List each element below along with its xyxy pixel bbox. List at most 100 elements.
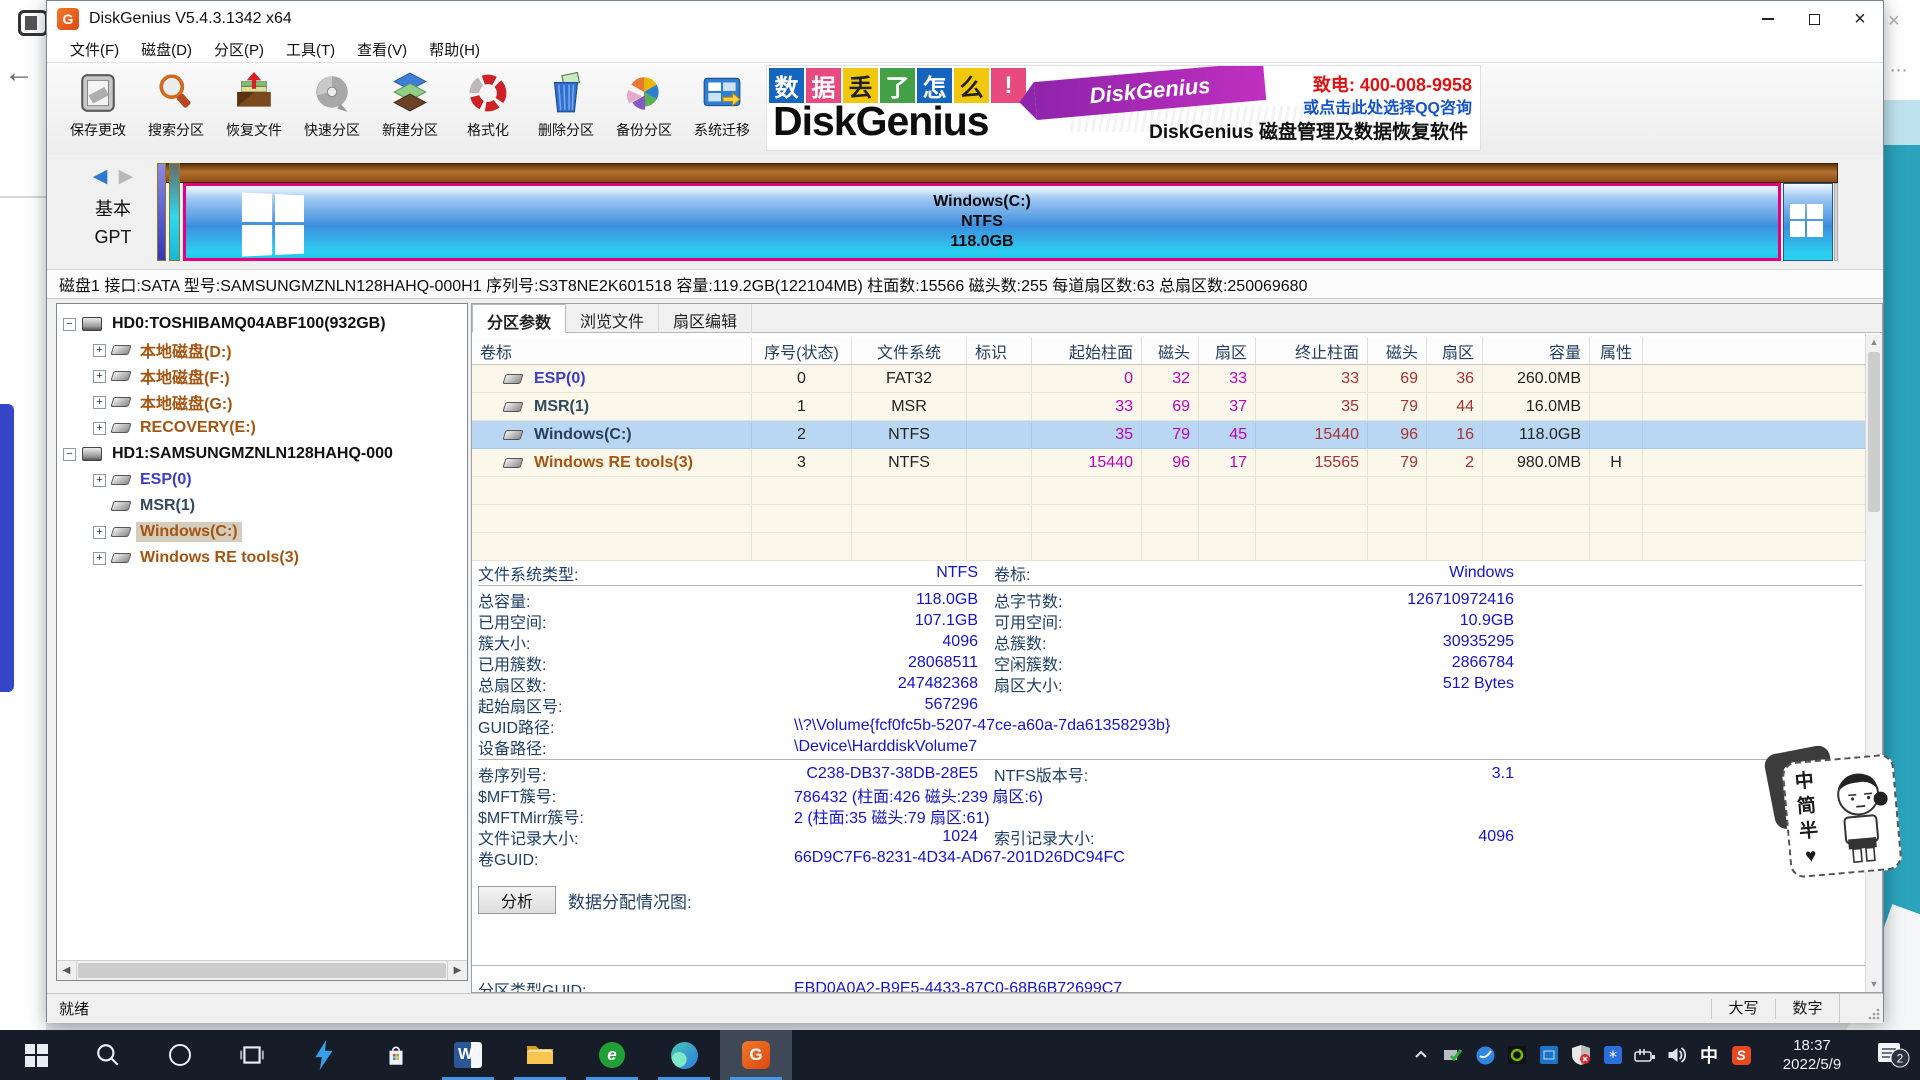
expand-icon[interactable]: +	[93, 344, 106, 357]
column-header[interactable]: 容量	[1483, 337, 1590, 364]
table-row[interactable]: MSR(1)1MSR33693735794416.0MB	[472, 393, 1867, 421]
column-header[interactable]: 终止柱面	[1256, 337, 1368, 364]
expand-icon[interactable]: +	[93, 526, 106, 539]
tray-ime-zh-icon[interactable]: 中	[1696, 1040, 1722, 1070]
column-header[interactable]: 标识	[967, 337, 1032, 364]
notification-center-button[interactable]: 2	[1870, 1041, 1916, 1069]
tree-item-recovery-e[interactable]: +RECOVERY(E:)	[57, 416, 260, 440]
scroll-right-arrow-icon[interactable]: ▶	[447, 961, 467, 980]
tree-item-local-f[interactable]: +本地磁盘(F:)	[57, 364, 234, 388]
menu-tools[interactable]: 工具(T)	[275, 37, 346, 62]
scroll-up-arrow-icon[interactable]: ▲	[1866, 334, 1882, 350]
column-header[interactable]: 文件系统	[852, 337, 967, 364]
tab-browse-files[interactable]: 浏览文件	[566, 304, 659, 333]
column-header[interactable]: 起始柱面	[1032, 337, 1142, 364]
expand-icon[interactable]: +	[93, 396, 106, 409]
taskbar-store-button[interactable]	[360, 1030, 432, 1080]
new-partition-button[interactable]: 新建分区	[371, 67, 449, 151]
partition-block-esp[interactable]	[157, 163, 166, 261]
tray-scanner-icon[interactable]	[1440, 1040, 1466, 1070]
scroll-down-arrow-icon[interactable]: ▼	[1866, 976, 1882, 992]
column-header[interactable]: 磁头	[1368, 337, 1427, 364]
tree-item-local-d[interactable]: +本地磁盘(D:)	[57, 338, 236, 362]
table-row[interactable]: ESP(0)0FAT3203233336936260.0MB	[472, 365, 1867, 393]
menu-disk[interactable]: 磁盘(D)	[130, 37, 203, 62]
expand-icon[interactable]: +	[93, 422, 106, 435]
taskbar-diskgenius-button[interactable]: G	[720, 1030, 792, 1080]
tray-intel-icon[interactable]	[1536, 1040, 1562, 1070]
taskbar-file-explorer-button[interactable]	[504, 1030, 576, 1080]
tree-item-esp[interactable]: +ESP(0)	[57, 468, 196, 492]
taskbar-ie-button[interactable]: e	[576, 1030, 648, 1080]
tab-sector-edit[interactable]: 扇区编辑	[659, 304, 752, 333]
column-header[interactable]: 属性	[1590, 337, 1643, 364]
column-header[interactable]: 磁头	[1142, 337, 1199, 364]
ad-banner[interactable]: 数据丢了怎么! DiskGenius DiskGenius 致电: 400-00…	[766, 65, 1481, 151]
table-row[interactable]: Windows RE tools(3)3NTFS1544096171556579…	[472, 449, 1867, 477]
tray-power-icon[interactable]	[1632, 1040, 1658, 1070]
recover-files-button[interactable]: 恢复文件	[215, 67, 293, 151]
expand-icon[interactable]: +	[93, 552, 106, 565]
maximize-button[interactable]	[1791, 1, 1837, 37]
menu-help[interactable]: 帮助(H)	[418, 37, 491, 62]
tray-nvidia-icon[interactable]	[1504, 1040, 1530, 1070]
taskbar-task-view-button[interactable]	[216, 1030, 288, 1080]
column-header[interactable]: 序号(状态)	[752, 337, 852, 364]
column-header[interactable]: 扇区	[1199, 337, 1256, 364]
quick-partition-button[interactable]: 快速分区	[293, 67, 371, 151]
column-header[interactable]: 扇区	[1427, 337, 1483, 364]
tree-item-windows-re[interactable]: +Windows RE tools(3)	[57, 546, 303, 570]
analyze-button[interactable]: 分析	[478, 886, 556, 914]
next-disk-arrow-icon[interactable]: ▶	[119, 166, 134, 187]
resize-grip[interactable]	[1839, 994, 1883, 1023]
scrollbar-thumb[interactable]	[1868, 352, 1880, 512]
minimize-button[interactable]	[1745, 1, 1791, 37]
format-button[interactable]: 格式化	[449, 67, 527, 151]
tray-sogou-icon[interactable]: S	[1728, 1040, 1754, 1070]
partition-block-windows-c[interactable]: Windows(C:) NTFS 118.0GB	[183, 183, 1781, 261]
tree-horizontal-scrollbar[interactable]: ◀ ▶	[57, 960, 467, 980]
taskbar-cortana-button[interactable]	[144, 1030, 216, 1080]
ime-status-widget[interactable]: 中简半♥	[1781, 753, 1903, 878]
save-changes-button[interactable]: 保存更改	[59, 67, 137, 151]
collapse-icon[interactable]: −	[63, 318, 76, 331]
system-migration-button[interactable]: 系统迁移	[683, 67, 761, 151]
taskbar-edge-button[interactable]	[648, 1030, 720, 1080]
close-button[interactable]: ×	[1837, 1, 1883, 37]
taskbar-search-button[interactable]	[72, 1030, 144, 1080]
prev-disk-arrow-icon[interactable]: ◀	[93, 166, 108, 187]
tab-partition-params[interactable]: 分区参数	[472, 304, 566, 333]
taskbar-start-button[interactable]	[0, 1030, 72, 1080]
tray-defender-icon[interactable]	[1568, 1040, 1594, 1070]
taskbar-clock[interactable]: 18:37 2022/5/9	[1766, 1036, 1858, 1074]
table-row[interactable]: Windows(C:)2NTFS357945154409616118.0GB	[472, 421, 1867, 449]
tree-item-windows-c[interactable]: +Windows(C:)	[57, 520, 242, 544]
tray-snowflake-icon[interactable]: *	[1600, 1040, 1626, 1070]
tray-bird-icon[interactable]	[1472, 1040, 1498, 1070]
partition-block-msr[interactable]	[169, 163, 180, 261]
taskbar-flash-button[interactable]	[288, 1030, 360, 1080]
ime-widget-card[interactable]: 中简半♥	[1781, 753, 1903, 878]
expand-icon[interactable]: +	[93, 474, 106, 487]
menu-partition[interactable]: 分区(P)	[203, 37, 275, 62]
partition-block-windows-re[interactable]	[1783, 183, 1833, 261]
tree-item-msr[interactable]: MSR(1)	[57, 494, 199, 518]
banner-qq-link[interactable]: 或点击此处选择QQ咨询	[1303, 94, 1472, 118]
tree-item-hd0[interactable]: −HD0:TOSHIBAMQ04ABF100(932GB)	[57, 312, 390, 336]
search-partition-button[interactable]: 搜索分区	[137, 67, 215, 151]
taskbar-word-button[interactable]: W	[432, 1030, 504, 1080]
backup-partition-button[interactable]: 备份分区	[605, 67, 683, 151]
expand-icon[interactable]: +	[93, 370, 106, 383]
tree-item-hd1[interactable]: −HD1:SAMSUNGMZNLN128HAHQ-000	[57, 442, 397, 466]
scroll-left-arrow-icon[interactable]: ◀	[57, 961, 77, 980]
tray-volume-icon[interactable]	[1664, 1040, 1690, 1070]
menu-file[interactable]: 文件(F)	[59, 37, 130, 62]
column-header[interactable]: 卷标	[472, 337, 752, 364]
delete-partition-button[interactable]: 删除分区	[527, 67, 605, 151]
tree-item-local-g[interactable]: +本地磁盘(G:)	[57, 390, 236, 414]
menu-view[interactable]: 查看(V)	[346, 37, 418, 62]
details-vertical-scrollbar[interactable]: ▲ ▼	[1865, 334, 1882, 992]
collapse-icon[interactable]: −	[63, 448, 76, 461]
scrollbar-thumb[interactable]	[78, 963, 446, 978]
tray-chevron-up-icon[interactable]	[1408, 1040, 1434, 1070]
